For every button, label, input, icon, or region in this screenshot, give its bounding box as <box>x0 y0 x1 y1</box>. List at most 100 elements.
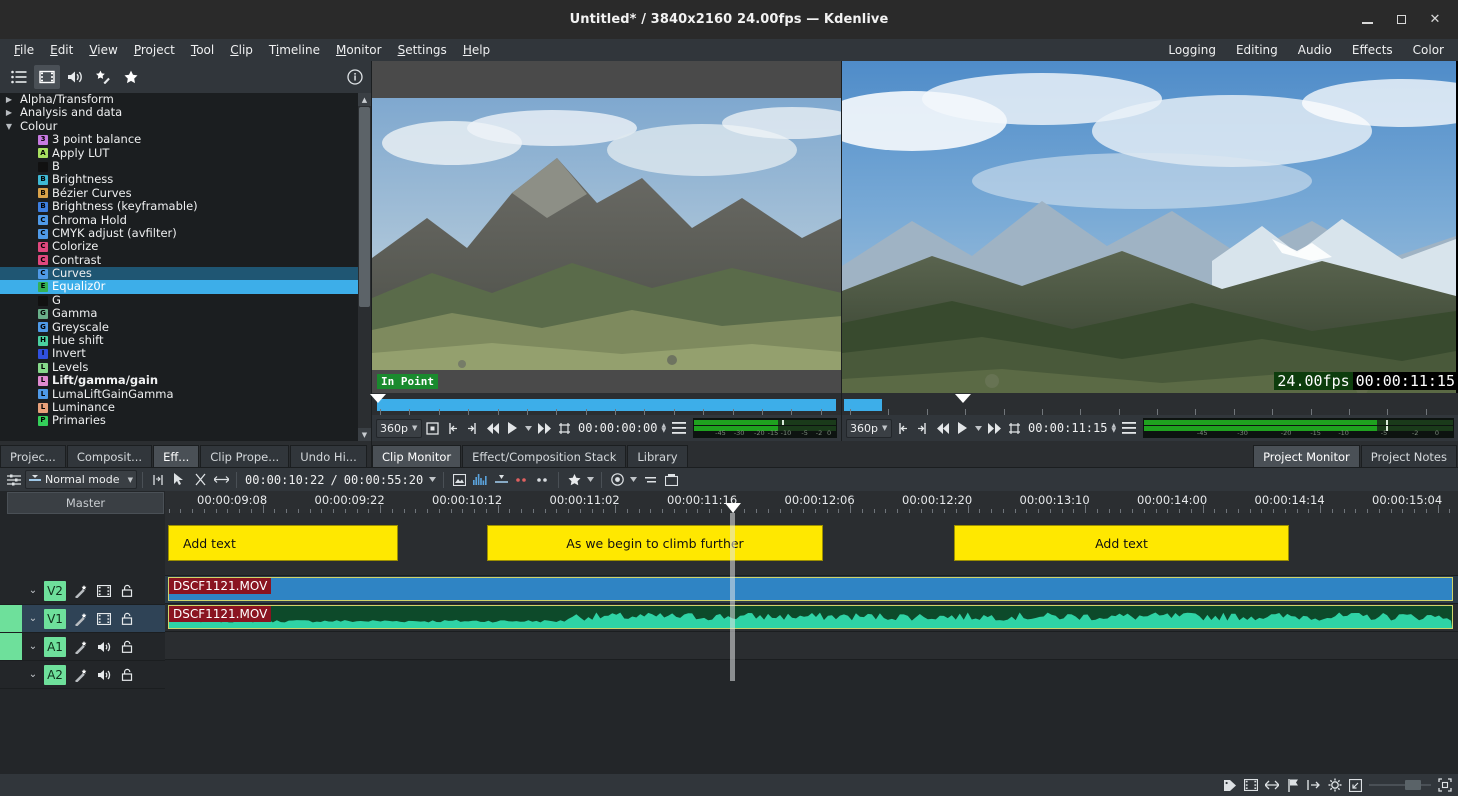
track-header-v2[interactable]: ⌄V2 <box>0 577 165 605</box>
scroll-up-arrow[interactable]: ▲ <box>358 93 371 106</box>
track-effects-icon[interactable] <box>74 640 88 654</box>
tag-icon[interactable] <box>1222 778 1237 793</box>
layout-audio[interactable]: Audio <box>1288 40 1342 60</box>
favorite-effects-icon[interactable] <box>564 470 584 490</box>
audio-effects-icon[interactable] <box>62 65 88 89</box>
menu-clip[interactable]: Clip <box>222 40 261 60</box>
tree-effect[interactable]: BBrightness <box>0 173 371 186</box>
tree-effect[interactable]: LLift/gamma/gain <box>0 374 371 387</box>
menu-view[interactable]: View <box>81 40 125 60</box>
timeline-tracks[interactable]: Add textAs we begin to climb furtherAdd … <box>165 513 1458 660</box>
timeline-position[interactable]: 00:00:10:22 <box>242 473 327 487</box>
track-effects-icon[interactable] <box>74 584 88 598</box>
chevron-down-icon[interactable]: ⌄ <box>22 641 44 652</box>
snap-icon[interactable] <box>148 470 168 490</box>
tree-effect[interactable]: HHue shift <box>0 334 371 347</box>
monitor-tab[interactable]: Project Notes <box>1361 445 1457 467</box>
panel-tab[interactable]: Composit... <box>67 445 152 467</box>
marker-icon[interactable] <box>1285 778 1300 793</box>
track-mute-icon[interactable] <box>97 640 111 654</box>
timeline-ruler[interactable]: 00:00:09:0800:00:09:2200:00:10:1200:00:1… <box>165 491 1458 513</box>
menu-monitor[interactable]: Monitor <box>328 40 390 60</box>
track-hide-icon[interactable] <box>97 612 111 626</box>
set-in-point-icon[interactable] <box>443 418 462 438</box>
close-button[interactable]: ✕ <box>1418 6 1452 34</box>
track-header-a1[interactable]: ⌄A1 <box>0 633 165 661</box>
chevron-down-icon[interactable]: ⌄ <box>22 585 44 596</box>
timeline-tracks-area[interactable]: 00:00:09:0800:00:09:2200:00:10:1200:00:1… <box>165 491 1458 689</box>
track-effects-icon[interactable] <box>74 612 88 626</box>
panel-tab[interactable]: Eff... <box>153 445 199 467</box>
timeline-track-v2[interactable]: Add textAs we begin to climb furtherAdd … <box>165 513 1458 576</box>
audio-thumbs-icon[interactable] <box>470 470 490 490</box>
play-options-icon[interactable] <box>523 418 534 438</box>
track-effects-icon[interactable] <box>74 668 88 682</box>
track-header-a2[interactable]: ⌄A2 <box>0 661 165 689</box>
track-lock-icon[interactable] <box>120 640 134 654</box>
thumbnails-icon[interactable] <box>449 470 469 490</box>
gear-icon[interactable] <box>1327 778 1342 793</box>
favorites-icon[interactable] <box>118 65 144 89</box>
track-name-label[interactable]: A1 <box>44 637 66 657</box>
track-name-label[interactable]: V1 <box>44 609 66 629</box>
tree-effect[interactable]: LLuminance <box>0 401 371 414</box>
clip-resolution-select[interactable]: 360p ▼ <box>376 419 422 438</box>
monitor-menu-icon[interactable] <box>669 418 688 438</box>
render-icon[interactable] <box>661 470 681 490</box>
subtitle-icon[interactable] <box>640 470 660 490</box>
chevron-down-icon[interactable]: ⌄ <box>22 669 44 680</box>
edit-mode-select[interactable]: Normal mode ▼ <box>25 470 137 489</box>
panel-tab[interactable]: Projec... <box>0 445 66 467</box>
chevron-down-icon[interactable]: ⌄ <box>22 613 44 624</box>
project-timecode[interactable]: 00:00:11:15 <box>1025 421 1110 435</box>
layout-color[interactable]: Color <box>1403 40 1454 60</box>
monitor-menu-icon[interactable] <box>1119 418 1138 438</box>
timeline-audio-clip[interactable]: DSCF1121.MOV <box>168 605 1453 629</box>
zone-marker-icon[interactable] <box>423 418 442 438</box>
track-lock-icon[interactable] <box>120 612 134 626</box>
project-resolution-select[interactable]: 360p ▼ <box>846 419 892 438</box>
chevron-right-icon[interactable]: ▶ <box>4 93 14 106</box>
scrollbar-thumb[interactable] <box>359 107 370 307</box>
tree-effect[interactable]: CCurves <box>0 267 371 280</box>
timeline-track-a1[interactable]: DSCF1121.MOV <box>165 604 1458 632</box>
layout-editing[interactable]: Editing <box>1226 40 1288 60</box>
zone-extract-icon[interactable] <box>1005 418 1024 438</box>
monitor-tab[interactable]: Effect/Composition Stack <box>462 445 626 467</box>
scroll-down-arrow[interactable]: ▼ <box>358 428 371 441</box>
monitor-tab[interactable]: Library <box>627 445 687 467</box>
timeline-title-clip[interactable]: As we begin to climb further <box>487 525 823 561</box>
panel-tab[interactable]: Undo Hi... <box>290 445 367 467</box>
play-options-icon[interactable] <box>973 418 984 438</box>
minimize-button[interactable] <box>1350 6 1384 34</box>
track-name-label[interactable]: V2 <box>44 581 66 601</box>
timeline-title-clip[interactable]: Add text <box>954 525 1289 561</box>
insert-icon[interactable] <box>1306 778 1321 793</box>
tree-effect[interactable]: 33 point balance <box>0 133 371 146</box>
menu-edit[interactable]: Edit <box>42 40 81 60</box>
project-monitor-view[interactable]: 24.00fps 00:00:11:15 <box>842 61 1458 393</box>
track-mute-icon[interactable] <box>97 668 111 682</box>
track-lock-icon[interactable] <box>120 668 134 682</box>
maximize-button[interactable] <box>1384 6 1418 34</box>
info-icon[interactable] <box>347 69 363 85</box>
tree-effect[interactable]: CContrast <box>0 254 371 267</box>
monitor-tab[interactable]: Clip Monitor <box>372 445 461 467</box>
project-monitor-ruler[interactable] <box>842 393 1458 415</box>
zoom-slider[interactable] <box>1369 778 1431 792</box>
tree-effect[interactable]: BBrightness (keyframable) <box>0 200 371 213</box>
menu-tool[interactable]: Tool <box>183 40 222 60</box>
tree-effect[interactable]: PPrimaries <box>0 414 371 427</box>
tree-effect[interactable]: CColorize <box>0 240 371 253</box>
record-icon[interactable] <box>607 470 627 490</box>
duration-dropdown-icon[interactable] <box>427 470 438 490</box>
tree-effect[interactable]: GGreyscale <box>0 321 371 334</box>
chevron-down-icon[interactable]: ▼ <box>4 120 14 133</box>
mixer-icon[interactable] <box>491 470 511 490</box>
menu-project[interactable]: Project <box>126 40 183 60</box>
play-icon[interactable] <box>953 418 972 438</box>
menu-settings[interactable]: Settings <box>390 40 455 60</box>
rewind-icon[interactable] <box>933 418 952 438</box>
favorite-dropdown-icon[interactable] <box>585 470 596 490</box>
track-lock-icon[interactable] <box>120 584 134 598</box>
